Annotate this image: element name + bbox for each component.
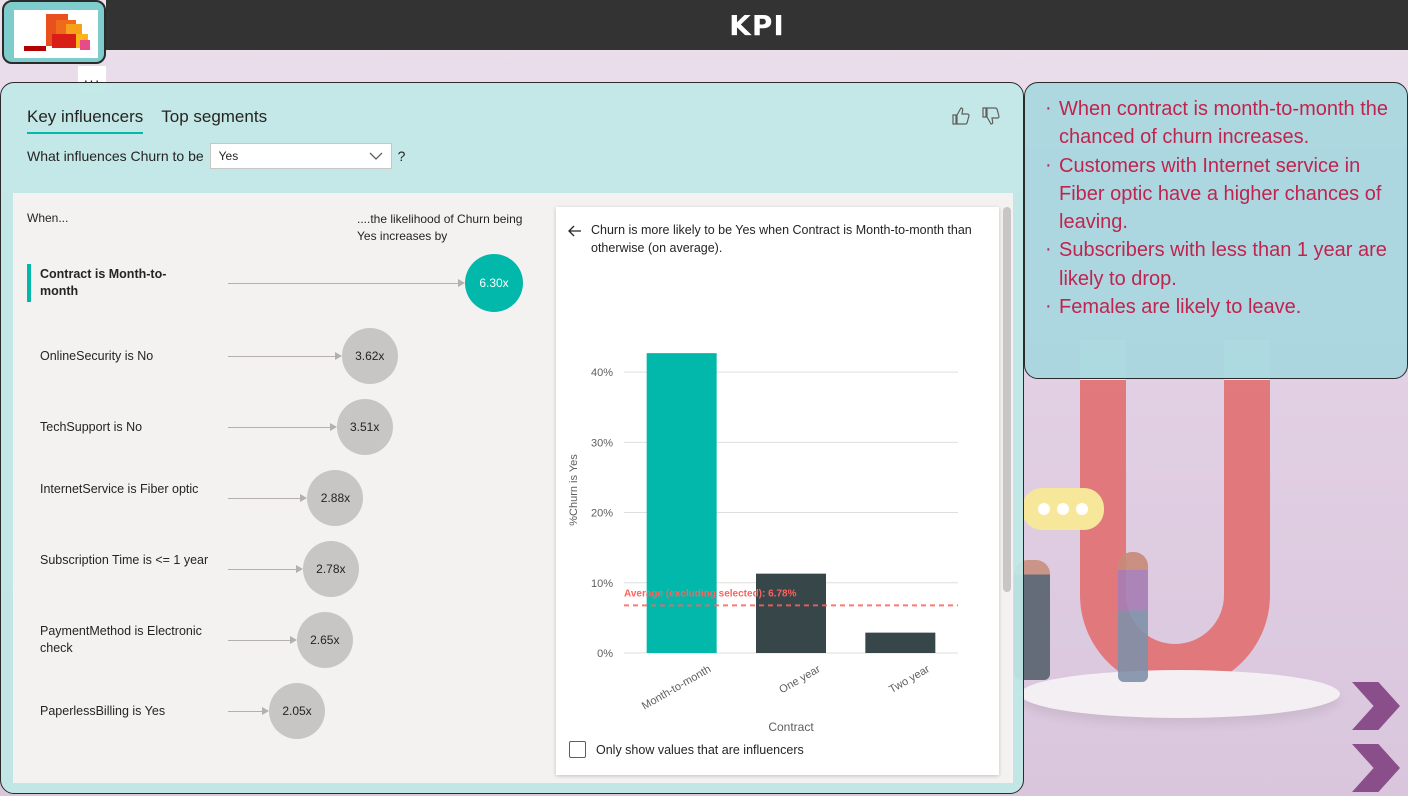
- chat-bubble-icon: [1022, 488, 1104, 530]
- influencer-row[interactable]: PaymentMethod is Electronic check 2.65x: [13, 611, 553, 671]
- y-axis-label: %Churn is Yes: [568, 454, 580, 526]
- insight-item: Females are likely to leave.: [1045, 292, 1399, 321]
- influencer-row[interactable]: TechSupport is No 3.51x: [13, 398, 553, 458]
- influencer-row[interactable]: Contract is Month-to-month 6.30x: [13, 251, 553, 312]
- tab-key-influencers[interactable]: Key influencers: [27, 107, 144, 134]
- influencer-bubble[interactable]: 3.51x: [336, 399, 393, 455]
- influencer-detail-card: Churn is more likely to be Yes when Cont…: [556, 207, 999, 775]
- y-tick-label: 30%: [591, 437, 613, 449]
- influencer-row[interactable]: Subscription Time is <= 1 year 2.78x: [13, 540, 553, 600]
- influencer-bubble[interactable]: 2.88x: [307, 470, 364, 526]
- influencer-label: OnlineSecurity is No: [40, 349, 154, 363]
- thumbs-up-icon[interactable]: [951, 107, 971, 125]
- key-influencers-visual: Key influencers Top segments What influe…: [0, 82, 1024, 794]
- influencer-bubble[interactable]: 2.78x: [302, 541, 359, 597]
- insight-item: Subscribers with less than 1 year are li…: [1045, 235, 1399, 293]
- connector-arrow-icon: [262, 707, 269, 715]
- influencer-bubble[interactable]: 3.62x: [341, 328, 398, 384]
- selected-indicator: [27, 264, 31, 302]
- insights-textbox: When contract is month-to-month the chan…: [1024, 82, 1408, 379]
- connector-arrow-icon: [300, 494, 308, 502]
- column-header-likelihood: ....the likelihood of Churn being Yes in…: [357, 212, 523, 243]
- bar-one-year: [756, 573, 826, 653]
- x-tick-label: One year: [777, 663, 822, 696]
- connector-arrow-icon: [334, 352, 342, 360]
- chevron-right-icon: [1352, 682, 1400, 730]
- feedback-buttons: [951, 107, 1001, 125]
- y-tick-label: 10%: [591, 578, 613, 590]
- column-header-when: When...: [27, 211, 69, 225]
- influencer-connector: [228, 356, 336, 357]
- page-title-bar: KPI: [106, 0, 1408, 50]
- influencer-bubble[interactable]: 2.65x: [296, 612, 353, 668]
- influencer-label: TechSupport is No: [40, 420, 143, 434]
- only-influencers-label: Only show values that are influencers: [596, 742, 804, 757]
- influencer-bubble[interactable]: 2.05x: [269, 683, 325, 739]
- influencer-connector: [228, 498, 302, 499]
- bar-month-to-month: [646, 353, 717, 653]
- x-axis-label: Contract: [768, 720, 814, 734]
- question-prefix: What influences Churn to be: [27, 148, 204, 164]
- average-label: Average (excluding selected): 6.78%: [624, 588, 797, 599]
- bar-two-year: [865, 632, 936, 653]
- magnet-illustration: [1080, 380, 1270, 690]
- only-influencers-toggle[interactable]: Only show values that are influencers: [569, 741, 804, 758]
- chevron-down-icon: [369, 152, 383, 160]
- influencer-connector: [228, 711, 263, 712]
- insight-item: Customers with Internet service in Fiber…: [1045, 151, 1399, 237]
- page-title: KPI: [729, 8, 785, 42]
- influencer-label: Contract is Month-to-month: [40, 267, 167, 298]
- report-logo: [2, 0, 106, 64]
- influencer-label: PaperlessBilling is Yes: [40, 704, 166, 718]
- influencer-connector: [228, 640, 291, 641]
- connector-arrow-icon: [458, 279, 465, 287]
- tab-top-segments[interactable]: Top segments: [161, 107, 267, 134]
- platform-illustration: [1020, 670, 1340, 718]
- y-tick-label: 20%: [591, 508, 613, 520]
- influencer-connector: [228, 427, 331, 428]
- woman-illustration: [1118, 552, 1148, 682]
- x-tick-label: Month-to-month: [640, 663, 713, 712]
- dropdown-value: Yes: [218, 149, 239, 163]
- connector-arrow-icon: [289, 636, 297, 644]
- connector-arrow-icon: [329, 423, 337, 431]
- influencer-label: InternetService is Fiber optic: [40, 482, 199, 496]
- only-influencers-checkbox[interactable]: [569, 741, 586, 758]
- thumbs-down-icon[interactable]: [981, 107, 1001, 125]
- influencer-label: PaymentMethod is Electronic check: [40, 624, 202, 655]
- chevron-right-icon: [1352, 744, 1400, 792]
- connector-arrow-icon: [295, 565, 303, 573]
- influencer-row[interactable]: InternetService is Fiber optic 2.88x: [13, 469, 553, 529]
- influencer-bubble[interactable]: 6.30x: [465, 254, 523, 312]
- y-tick-label: 40%: [591, 367, 613, 379]
- insight-item: When contract is month-to-month the chan…: [1045, 94, 1399, 152]
- y-tick-label: 0%: [597, 648, 613, 660]
- influencer-row[interactable]: PaperlessBilling is Yes 2.05x: [13, 682, 553, 742]
- influencer-connector: [228, 569, 297, 570]
- x-tick-label: Two year: [887, 663, 932, 696]
- question-suffix: ?: [397, 148, 406, 164]
- influencer-connector: [228, 283, 459, 284]
- influencers-panel: When... ....the likelihood of Churn bein…: [13, 193, 1013, 783]
- scrollbar[interactable]: [1003, 207, 1011, 592]
- churn-value-dropdown[interactable]: Yes: [209, 143, 392, 169]
- contract-churn-bar-chart: 0% 10% 20% 30% 40% %Churn is Yes Month-to-mont…: [568, 353, 958, 734]
- influencer-label: Subscription Time is <= 1 year: [40, 553, 209, 567]
- visual-tabs: Key influencers Top segments: [27, 107, 267, 134]
- influencer-row[interactable]: OnlineSecurity is No 3.62x: [13, 327, 553, 387]
- influence-question: What influences Churn to be Yes ?: [27, 143, 405, 169]
